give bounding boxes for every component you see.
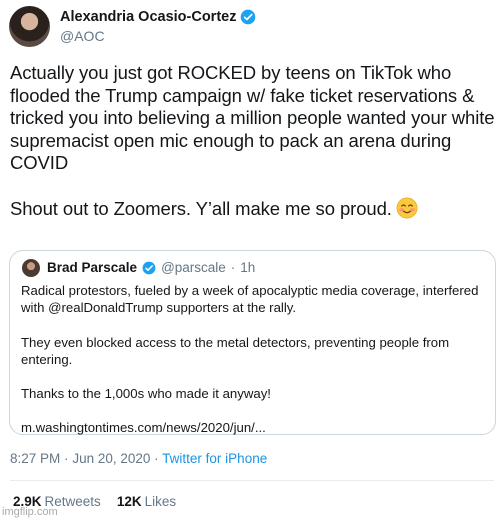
author-name-row: Alexandria Ocasio-Cortez bbox=[60, 8, 256, 26]
tweet-card: Alexandria Ocasio-Cortez @AOC Actually y… bbox=[0, 0, 500, 519]
tweet-meta: 8:27 PM · Jun 20, 2020 · Twitter for iPh… bbox=[10, 451, 267, 466]
quoted-author-handle: @parscale bbox=[161, 260, 226, 275]
tweet-time[interactable]: 8:27 PM bbox=[10, 451, 60, 466]
tweet-source-link[interactable]: Twitter for iPhone bbox=[162, 451, 267, 466]
likes-stat[interactable]: 12K Likes bbox=[117, 494, 176, 509]
meta-separator: · bbox=[154, 451, 159, 466]
verified-badge-icon bbox=[142, 261, 156, 275]
quoted-author-avatar bbox=[22, 259, 40, 277]
author-avatar[interactable] bbox=[9, 6, 50, 47]
quoted-separator: · bbox=[230, 260, 236, 275]
quoted-link: m.washingtontimes.com/news/2020/jun/... bbox=[21, 420, 266, 436]
quoted-paragraph: Thanks to the 1,000s who made it anyway! bbox=[21, 386, 271, 402]
quoted-tweet[interactable]: Brad Parscale @parscale · 1h Radical pro… bbox=[9, 250, 496, 435]
tweet-body: Actually you just got ROCKED by teens on… bbox=[10, 62, 495, 219]
quoted-tweet-header: Brad Parscale @parscale · 1h bbox=[22, 259, 255, 277]
blushing-smile-emoji-icon bbox=[396, 197, 418, 219]
author-info: Alexandria Ocasio-Cortez @AOC bbox=[60, 8, 256, 45]
tweet-date[interactable]: Jun 20, 2020 bbox=[72, 451, 150, 466]
quoted-time: 1h bbox=[240, 260, 256, 275]
quoted-tweet-text: Radical protestors, fueled by a week of … bbox=[21, 282, 486, 454]
likes-label: Likes bbox=[144, 494, 177, 509]
quoted-author-name: Brad Parscale bbox=[47, 260, 138, 275]
verified-badge-icon bbox=[241, 9, 256, 25]
meta-separator: · bbox=[64, 451, 69, 466]
likes-count: 12K bbox=[116, 494, 142, 509]
tweet-text: Actually you just got ROCKED by teens on… bbox=[10, 62, 498, 221]
watermark: imgflip.com bbox=[2, 506, 58, 518]
divider bbox=[10, 480, 494, 481]
author-handle[interactable]: @AOC bbox=[60, 27, 256, 45]
author-name[interactable]: Alexandria Ocasio-Cortez bbox=[60, 8, 236, 26]
quoted-paragraph: They even blocked access to the metal de… bbox=[21, 334, 450, 367]
quoted-paragraph: Radical protestors, fueled by a week of … bbox=[21, 283, 479, 316]
